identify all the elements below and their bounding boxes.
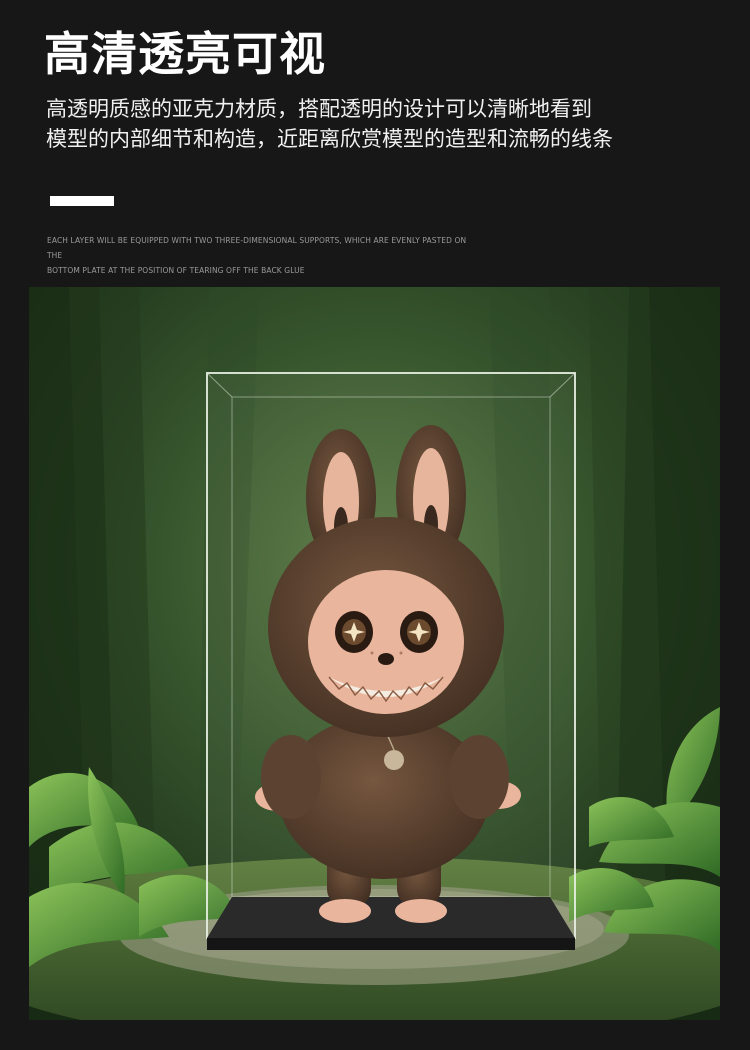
page-title: 高清透亮可视 bbox=[44, 27, 326, 81]
description: 高透明质感的亚克力材质，搭配透明的设计可以清晰地看到 模型的内部细节和构造，近距… bbox=[46, 94, 726, 154]
caption-line-1: EACH LAYER WILL BE EQUIPPED WITH TWO THR… bbox=[47, 236, 467, 260]
accent-bar bbox=[50, 196, 114, 206]
description-line-1: 高透明质感的亚克力材质，搭配透明的设计可以清晰地看到 bbox=[46, 97, 592, 121]
caption: EACH LAYER WILL BE EQUIPPED WITH TWO THR… bbox=[47, 233, 477, 278]
caption-line-2: BOTTOM PLATE AT THE POSITION OF TEARING … bbox=[47, 266, 305, 275]
display-case-illustration bbox=[29, 287, 720, 1020]
description-line-2: 模型的内部细节和构造，近距离欣赏模型的造型和流畅的线条 bbox=[46, 127, 613, 151]
product-photo bbox=[29, 287, 720, 1020]
